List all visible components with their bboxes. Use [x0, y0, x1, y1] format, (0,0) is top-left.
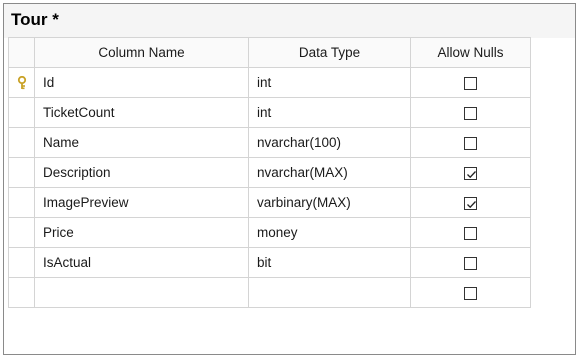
table-row[interactable]: [8, 277, 531, 308]
allow-nulls-header[interactable]: Allow Nulls: [410, 37, 531, 68]
allow-nulls-checkbox[interactable]: [464, 286, 477, 300]
row-selector[interactable]: [8, 127, 35, 158]
data-type-cell[interactable]: nvarchar(MAX): [248, 157, 411, 188]
allow-nulls-checkbox[interactable]: [464, 166, 477, 180]
data-type-cell[interactable]: int: [248, 67, 411, 98]
columns-grid: Column Name Data Type Allow Nulls Id int T…: [8, 37, 531, 308]
checkmark-icon: [467, 170, 476, 179]
column-name-cell[interactable]: Id: [34, 67, 249, 98]
key-icon: [16, 76, 28, 90]
column-name-cell[interactable]: ImagePreview: [34, 187, 249, 218]
allow-nulls-checkbox[interactable]: [464, 76, 477, 90]
allow-nulls-cell: [410, 217, 531, 248]
row-selector[interactable]: [8, 247, 35, 278]
row-selector[interactable]: [8, 187, 35, 218]
table-row[interactable]: Price money: [8, 217, 531, 248]
row-selector-header: [8, 37, 35, 68]
table-row[interactable]: Description nvarchar(MAX): [8, 157, 531, 188]
data-type-cell[interactable]: [248, 277, 411, 308]
data-type-cell[interactable]: bit: [248, 247, 411, 278]
grid-body: Id int TicketCount int Name nvarchar(100) Desc…: [8, 67, 531, 308]
data-type-cell[interactable]: int: [248, 97, 411, 128]
column-name-cell[interactable]: TicketCount: [34, 97, 249, 128]
allow-nulls-cell: [410, 277, 531, 308]
table-title: Tour *: [11, 10, 59, 29]
column-name-cell[interactable]: IsActual: [34, 247, 249, 278]
data-type-cell[interactable]: varbinary(MAX): [248, 187, 411, 218]
allow-nulls-cell: [410, 247, 531, 278]
table-designer: Tour * Column Name Data Type Allow Nulls…: [3, 3, 576, 355]
table-row[interactable]: Name nvarchar(100): [8, 127, 531, 158]
column-name-cell[interactable]: Name: [34, 127, 249, 158]
allow-nulls-checkbox[interactable]: [464, 136, 477, 150]
header-row: Column Name Data Type Allow Nulls: [8, 37, 531, 68]
column-name-header[interactable]: Column Name: [34, 37, 249, 68]
table-row[interactable]: IsActual bit: [8, 247, 531, 278]
data-type-header[interactable]: Data Type: [248, 37, 411, 68]
column-name-cell[interactable]: [34, 277, 249, 308]
row-selector[interactable]: [8, 217, 35, 248]
allow-nulls-checkbox[interactable]: [464, 196, 477, 210]
data-type-cell[interactable]: money: [248, 217, 411, 248]
table-row[interactable]: ImagePreview varbinary(MAX): [8, 187, 531, 218]
allow-nulls-cell: [410, 97, 531, 128]
allow-nulls-cell: [410, 157, 531, 188]
row-selector[interactable]: [8, 157, 35, 188]
column-name-cell[interactable]: Description: [34, 157, 249, 188]
row-selector[interactable]: [8, 277, 35, 308]
column-name-cell[interactable]: Price: [34, 217, 249, 248]
checkmark-icon: [467, 200, 476, 209]
data-type-cell[interactable]: nvarchar(100): [248, 127, 411, 158]
allow-nulls-checkbox[interactable]: [464, 106, 477, 120]
allow-nulls-cell: [410, 127, 531, 158]
allow-nulls-checkbox[interactable]: [464, 226, 477, 240]
allow-nulls-cell: [410, 67, 531, 98]
table-row[interactable]: TicketCount int: [8, 97, 531, 128]
allow-nulls-cell: [410, 187, 531, 218]
title-bar: Tour *: [4, 4, 575, 38]
row-selector[interactable]: [8, 97, 35, 128]
table-row[interactable]: Id int: [8, 67, 531, 98]
allow-nulls-checkbox[interactable]: [464, 256, 477, 270]
row-selector[interactable]: [8, 67, 35, 98]
